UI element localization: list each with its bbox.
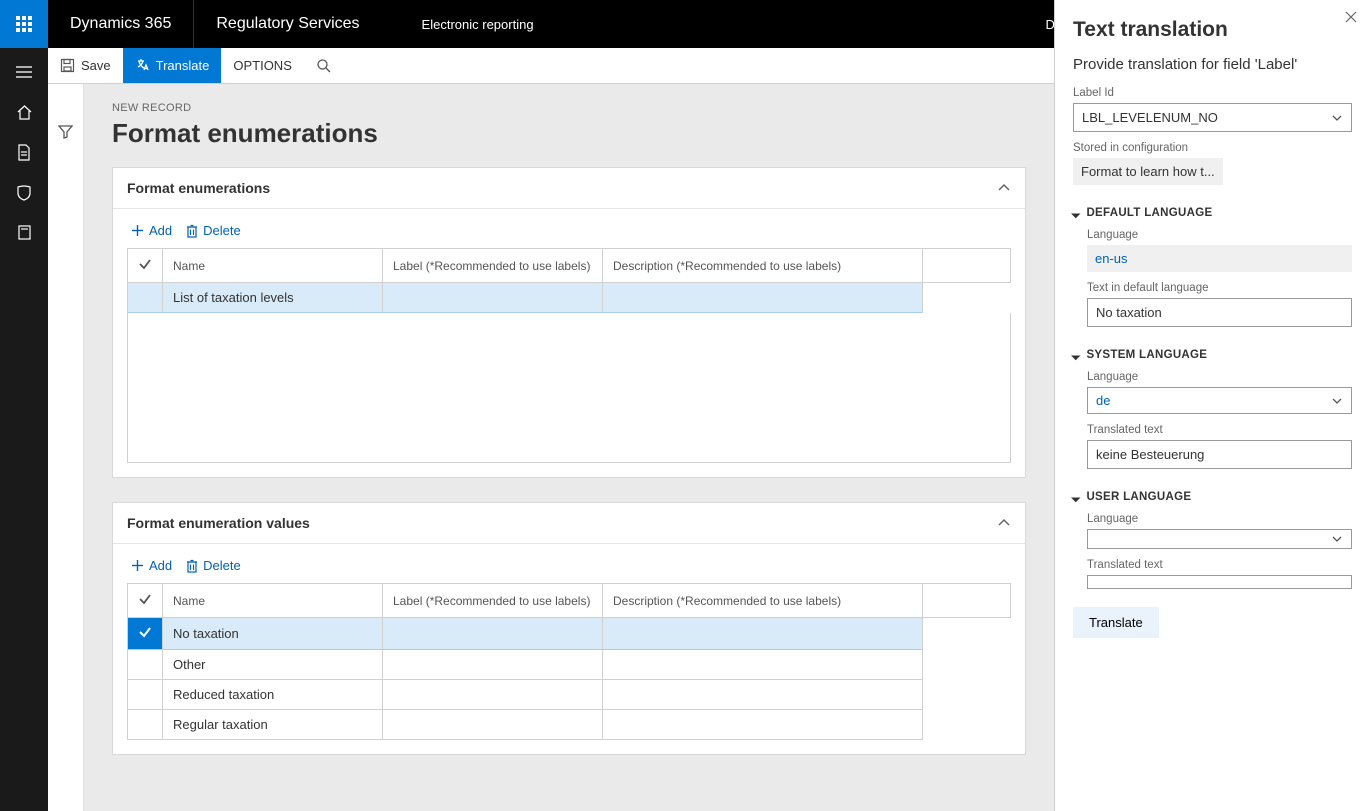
enum-col-label[interactable]: Label (*Recommended to use labels)	[383, 249, 603, 283]
translate-button[interactable]: Translate	[1073, 607, 1159, 638]
row-checkbox[interactable]	[128, 680, 163, 710]
page-icon[interactable]	[0, 212, 48, 252]
values-col-name[interactable]: Name	[163, 584, 383, 618]
values-col-description[interactable]: Description (*Recommended to use labels)	[603, 584, 923, 618]
select-all-checkbox[interactable]	[128, 584, 163, 618]
translate-button-action[interactable]: Translate	[123, 48, 222, 83]
hamburger-icon[interactable]	[0, 52, 48, 92]
values-row[interactable]: No taxation	[128, 618, 1011, 650]
action-search-icon[interactable]	[304, 48, 343, 83]
labelid-select[interactable]: LBL_LEVELENUM_NO	[1073, 103, 1352, 132]
close-icon[interactable]	[1344, 10, 1358, 24]
default-text-input[interactable]: No taxation	[1087, 298, 1352, 327]
values-grid: Name Label (*Recommended to use labels) …	[127, 583, 1011, 740]
translation-panel: Text translation Provide translation for…	[1054, 0, 1370, 811]
home-icon[interactable]	[0, 92, 48, 132]
user-lang-select[interactable]	[1087, 529, 1352, 549]
filter-icon[interactable]	[58, 124, 73, 139]
enum-grid-spacer	[127, 313, 1011, 463]
system-language-section[interactable]: SYSTEM LANGUAGE	[1073, 349, 1352, 361]
document-icon[interactable]	[0, 132, 48, 172]
enum-delete-button[interactable]: Delete	[186, 223, 241, 238]
values-row[interactable]: Reduced taxation	[128, 680, 1011, 710]
filter-rail	[48, 84, 84, 811]
user-lang-label: Language	[1087, 513, 1352, 525]
chevron-down-icon	[1331, 397, 1343, 405]
values-add-button[interactable]: Add	[131, 558, 172, 573]
default-text-label: Text in default language	[1087, 282, 1352, 294]
enum-grid: Name Label (*Recommended to use labels) …	[127, 248, 1011, 313]
main-content: NEW RECORD Format enumerations Format en…	[84, 84, 1054, 811]
row-checkbox[interactable]	[128, 710, 163, 740]
new-record-label: NEW RECORD	[112, 102, 1026, 114]
user-text-input[interactable]	[1087, 575, 1352, 589]
user-language-section[interactable]: USER LANGUAGE	[1073, 491, 1352, 503]
left-rail	[0, 48, 48, 811]
row-checkbox[interactable]	[128, 283, 163, 313]
storedin-label: Stored in configuration	[1073, 142, 1352, 154]
chevron-down-icon	[1331, 535, 1343, 543]
storedin-value: Format to learn how t...	[1073, 158, 1223, 185]
default-lang-value: en-us	[1087, 245, 1352, 272]
chevron-up-icon	[997, 518, 1011, 528]
default-language-section[interactable]: DEFAULT LANGUAGE	[1073, 207, 1352, 219]
page-title: Format enumerations	[112, 118, 1026, 149]
row-checkbox[interactable]	[128, 618, 163, 650]
waffle-button[interactable]	[0, 0, 48, 48]
brand[interactable]: Dynamics 365	[48, 0, 194, 48]
labelid-label: Label Id	[1073, 87, 1352, 99]
panel-subtitle: Provide translation for field 'Label'	[1073, 56, 1352, 73]
breadcrumb[interactable]: Electronic reporting	[382, 0, 574, 48]
default-lang-label: Language	[1087, 229, 1352, 241]
values-row[interactable]: Other	[128, 650, 1011, 680]
system-lang-select[interactable]: de	[1087, 387, 1352, 414]
enum-values-card: Format enumeration values Add Delete	[112, 502, 1026, 755]
format-enum-header[interactable]: Format enumerations	[113, 168, 1025, 209]
values-col-label[interactable]: Label (*Recommended to use labels)	[383, 584, 603, 618]
enum-add-button[interactable]: Add	[131, 223, 172, 238]
enum-values-header[interactable]: Format enumeration values	[113, 503, 1025, 544]
select-all-checkbox[interactable]	[128, 249, 163, 283]
options-button[interactable]: OPTIONS	[221, 48, 304, 83]
user-text-label: Translated text	[1087, 559, 1352, 571]
save-button[interactable]: Save	[48, 48, 123, 83]
enum-col-description[interactable]: Description (*Recommended to use labels)	[603, 249, 923, 283]
system-lang-label: Language	[1087, 371, 1352, 383]
chevron-down-icon	[1331, 114, 1343, 122]
panel-title: Text translation	[1073, 18, 1352, 42]
row-checkbox[interactable]	[128, 650, 163, 680]
enum-col-name[interactable]: Name	[163, 249, 383, 283]
shield-icon[interactable]	[0, 172, 48, 212]
waffle-icon	[16, 16, 32, 32]
values-row[interactable]: Regular taxation	[128, 710, 1011, 740]
area[interactable]: Regulatory Services	[194, 0, 381, 48]
system-text-input[interactable]: keine Besteuerung	[1087, 440, 1352, 469]
enum-row[interactable]: List of taxation levels	[128, 283, 1011, 313]
format-enum-card: Format enumerations Add Delete	[112, 167, 1026, 478]
values-delete-button[interactable]: Delete	[186, 558, 241, 573]
system-text-label: Translated text	[1087, 424, 1352, 436]
chevron-up-icon	[997, 183, 1011, 193]
